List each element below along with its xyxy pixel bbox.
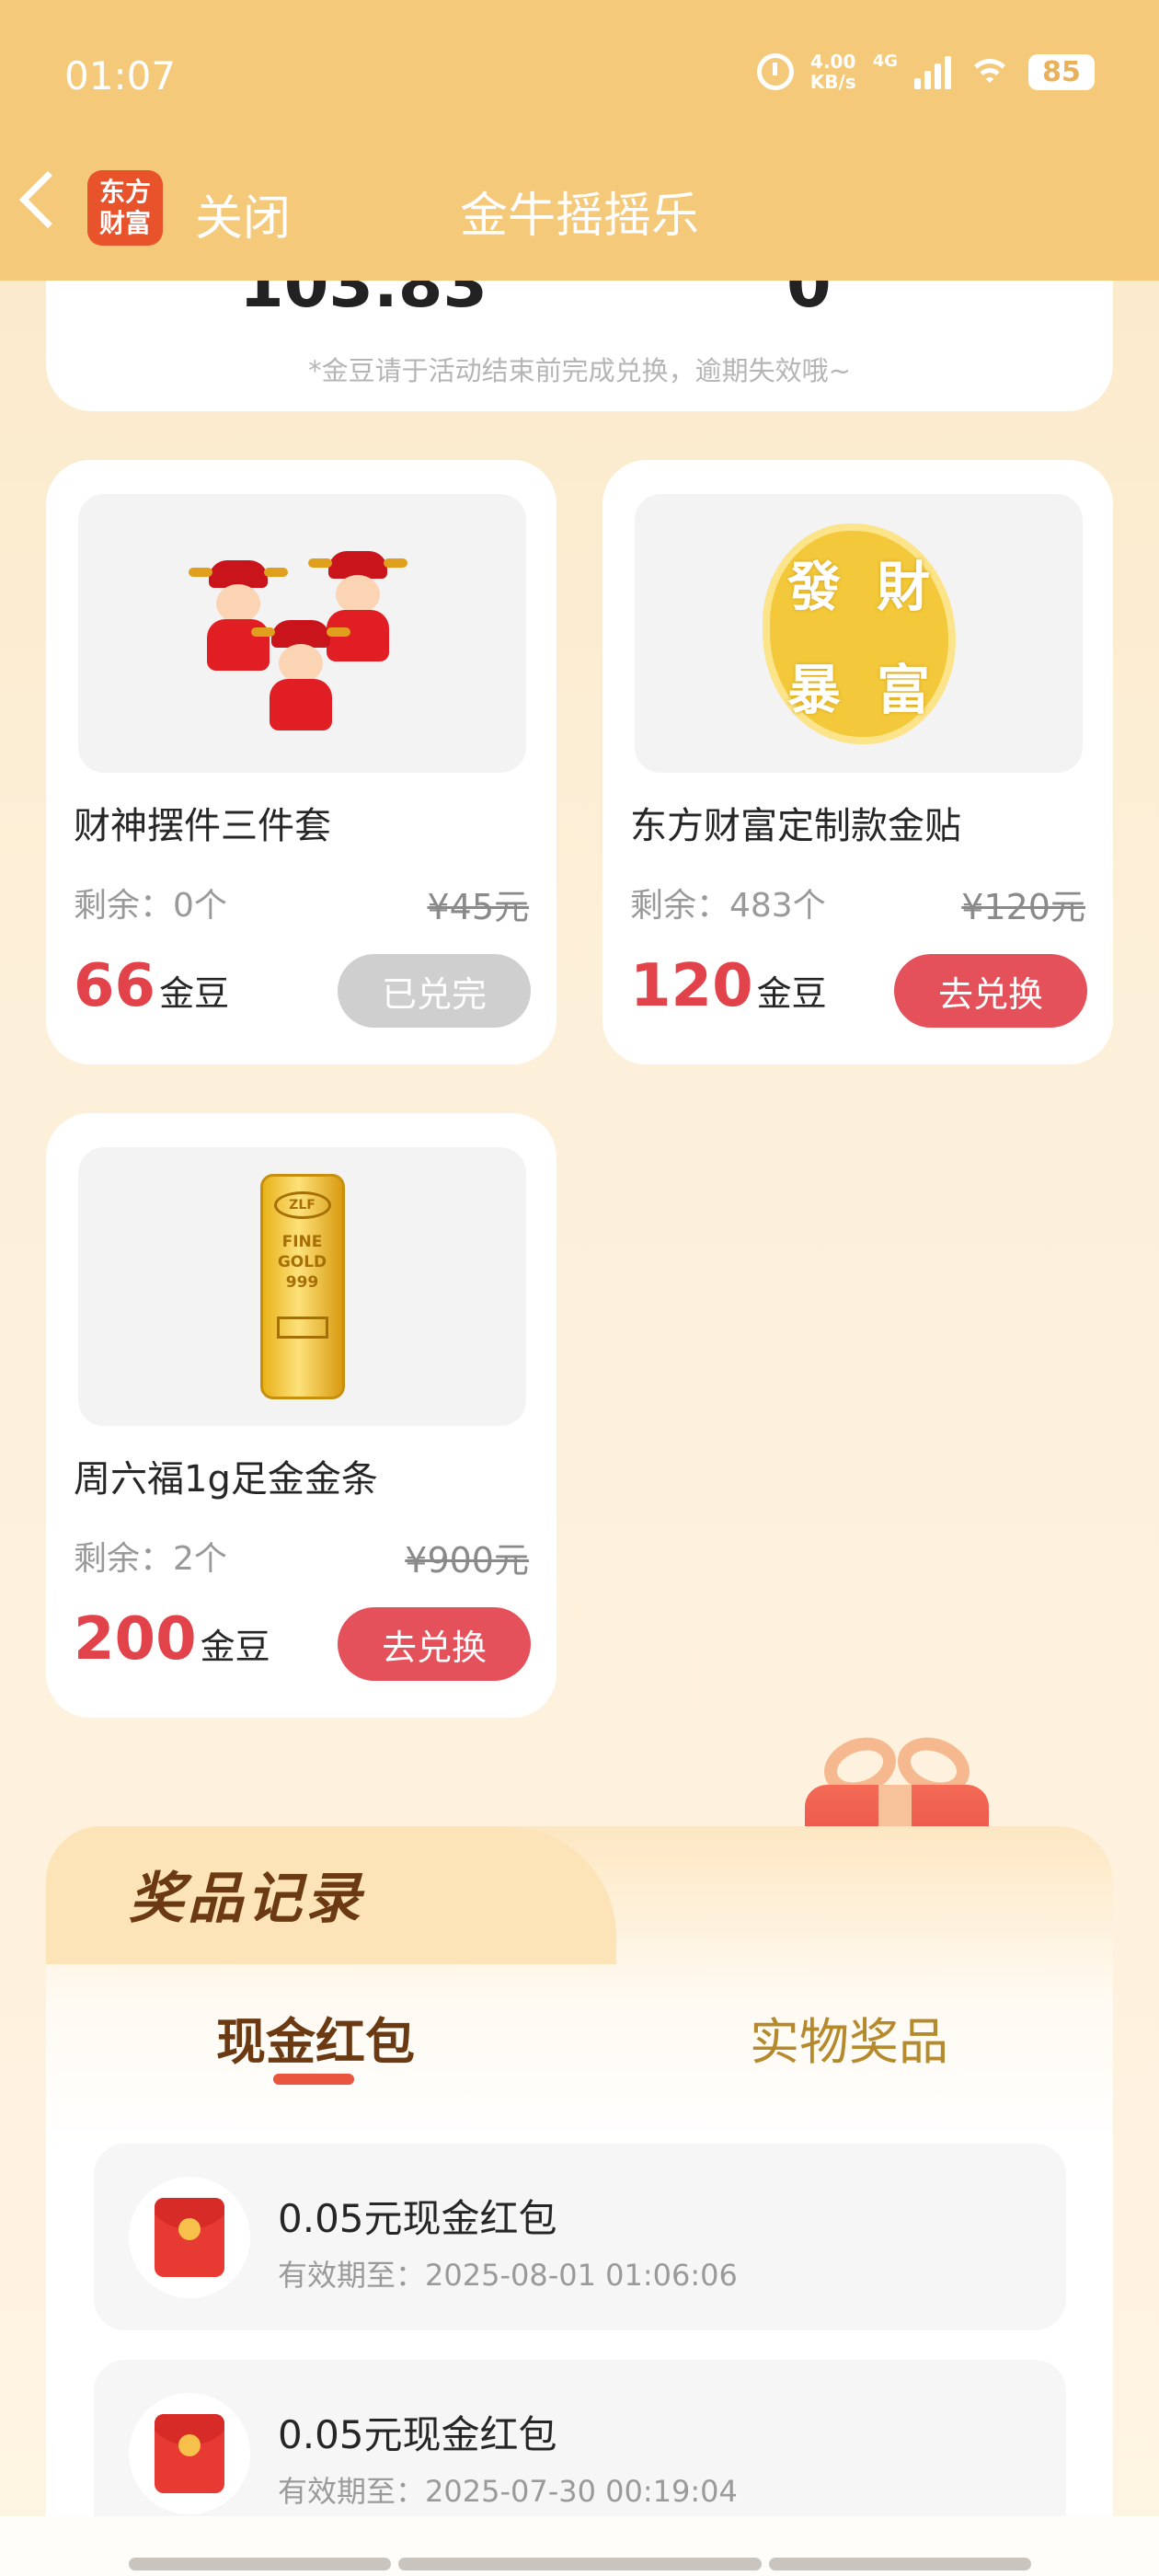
alarm-icon: [756, 53, 794, 90]
product-name: 周六福1g足金金条: [74, 1458, 378, 1501]
gold-bar-text: FINE: [281, 1233, 323, 1251]
tab-cash-red-packet[interactable]: 现金红包: [216, 2001, 415, 2074]
sticker-char: 發: [786, 555, 841, 618]
gesture-bar-segment: [769, 2558, 1031, 2570]
redeem-button[interactable]: 去兑换: [338, 1607, 531, 1681]
product-name: 财神摆件三件套: [74, 805, 331, 847]
redeem-button[interactable]: 去兑换: [894, 954, 1087, 1028]
signal-icon: [914, 54, 951, 89]
gesture-bar-segment: [129, 2558, 391, 2570]
net-speed-unit: KB/s: [809, 71, 856, 93]
tab-physical-prize[interactable]: 实物奖品: [750, 2001, 948, 2074]
gold-bar-brand: ZLF: [273, 1191, 331, 1219]
product-name: 东方财富定制款金贴: [630, 805, 961, 847]
product-image: [78, 494, 526, 773]
product-image: 發 財 暴 富: [635, 494, 1083, 773]
product-card-gold-bar[interactable]: ZLF FINE GOLD 999 周六福1g足金金条 剩余：2个 ¥900元 …: [46, 1113, 557, 1718]
price-unit: 金豆: [159, 973, 230, 1014]
fortune-gods-figurine-image: [188, 533, 413, 735]
record-item[interactable]: 0.05元现金红包 有效期至：2025-08-01 01:06:06: [94, 2144, 1066, 2330]
price-value: 66: [74, 952, 156, 1020]
gesture-bar-segment[interactable]: [398, 2558, 762, 2570]
sold-out-button: 已兑完: [338, 954, 531, 1028]
price-value: 200: [74, 1605, 197, 1673]
status-time: 01:07: [64, 53, 177, 98]
original-price: ¥45元: [427, 887, 529, 927]
network-type: 4G: [872, 52, 898, 71]
sticker-char: 暴: [786, 658, 841, 721]
gold-bar-text: 999: [285, 1273, 319, 1292]
price-unit: 金豆: [200, 1627, 270, 1667]
original-price: ¥120元: [961, 887, 1085, 927]
red-packet-icon: [155, 2414, 224, 2493]
gold-sticker-image: 發 財 暴 富: [762, 523, 956, 744]
product-stock: 剩余：2个: [74, 1540, 227, 1578]
expiry-notice: *金豆请于活动结束前完成兑换，逾期失效哦~: [308, 355, 851, 386]
record-expiry: 有效期至：2025-08-01 01:06:06: [278, 2258, 738, 2293]
bean-price: 120 金豆: [630, 952, 827, 1020]
price-value: 120: [630, 952, 753, 1020]
product-stock: 剩余：483个: [630, 887, 826, 925]
price-unit: 金豆: [756, 973, 827, 1014]
record-title: 0.05元现金红包: [278, 2412, 557, 2457]
gold-bar-image: ZLF FINE GOLD 999: [259, 1174, 345, 1399]
original-price: ¥900元: [405, 1540, 529, 1581]
status-icons: 4.00 KB/s 4G 85: [756, 52, 1095, 92]
net-speed: 4.00 KB/s: [810, 52, 856, 92]
product-card-fortune-gods[interactable]: 财神摆件三件套 剩余：0个 ¥45元 66 金豆 已兑完: [46, 460, 557, 1064]
red-packet-avatar: [129, 2177, 250, 2298]
sticker-char: 財: [876, 555, 930, 618]
app-header: 01:07 4.00 KB/s 4G 85 东方财富 关闭 金牛摇摇乐: [0, 0, 1159, 281]
red-packet-icon: [155, 2198, 224, 2277]
gold-bar-text: GOLD: [277, 1253, 327, 1271]
product-card-gold-sticker[interactable]: 發 財 暴 富 东方财富定制款金贴 剩余：483个 ¥120元 120 金豆 去…: [602, 460, 1113, 1064]
page-title: 金牛摇摇乐: [459, 189, 699, 244]
wifi-icon: [968, 55, 1012, 88]
record-title: 0.05元现金红包: [278, 2196, 557, 2241]
bean-price: 66 金豆: [74, 952, 229, 1020]
battery-indicator: 85: [1028, 53, 1095, 90]
red-packet-avatar: [129, 2393, 250, 2514]
sticker-char: 富: [876, 658, 930, 721]
net-speed-value: 4.00: [810, 51, 856, 73]
product-stock: 剩余：0个: [74, 887, 227, 925]
active-tab-indicator: [273, 2074, 354, 2085]
prize-records-title: 奖品记录: [129, 1867, 364, 1931]
bean-price: 200 金豆: [74, 1605, 270, 1673]
product-image: ZLF FINE GOLD 999: [78, 1147, 526, 1426]
record-expiry: 有效期至：2025-07-30 00:19:04: [278, 2474, 738, 2509]
